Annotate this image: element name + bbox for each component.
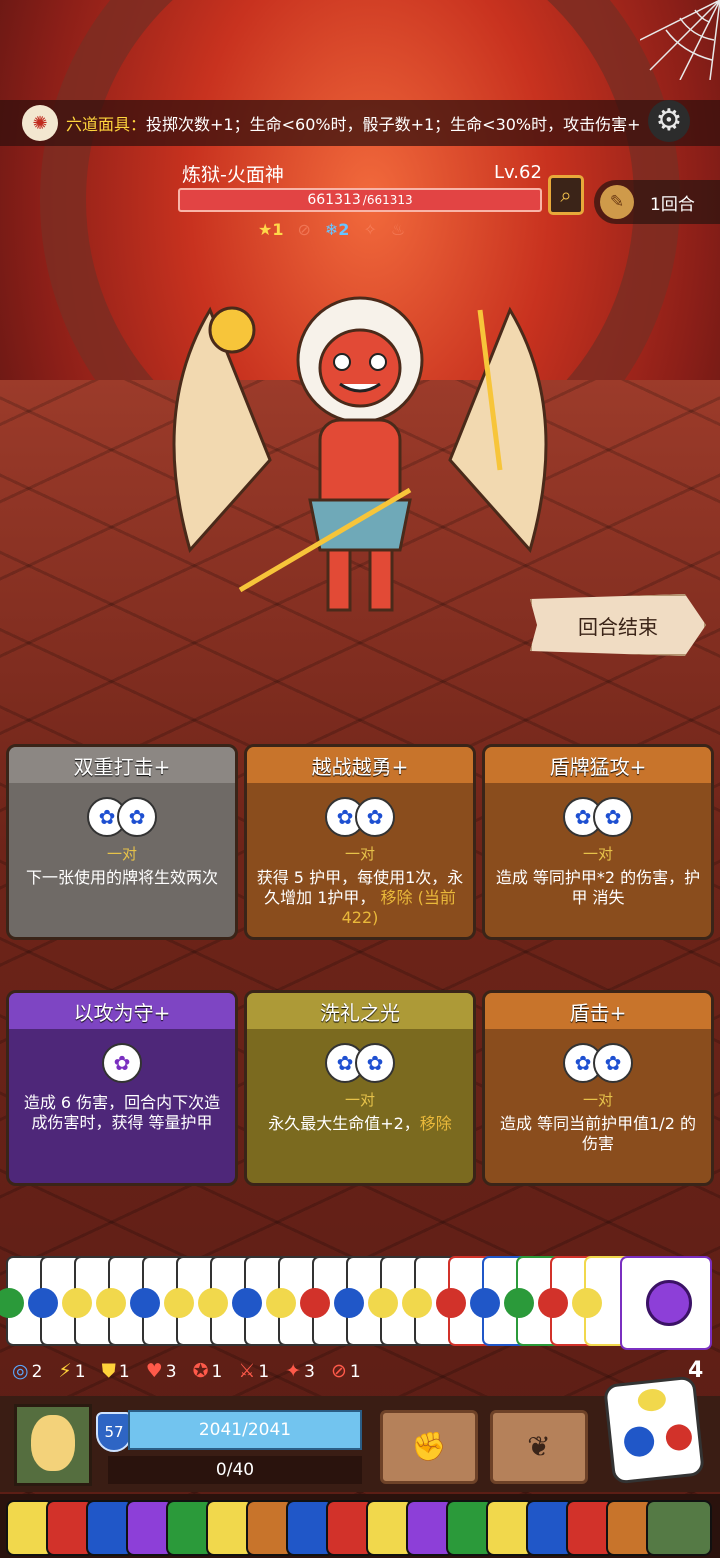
- end-turn-button[interactable]: 回合结束: [530, 594, 706, 656]
- card-dice: ✿ ✿: [247, 1043, 473, 1087]
- boss-hp-max: /661313: [362, 193, 413, 207]
- blueberry-face-icon: [622, 1425, 656, 1459]
- search-icon[interactable]: ⌕: [548, 175, 584, 215]
- card-dice: ✿: [9, 1043, 235, 1087]
- blue-die-icon: ✿: [355, 1043, 395, 1083]
- shield-icon[interactable]: ⛊ 1: [102, 1360, 130, 1382]
- card-desc: 下一张使用的牌将生效两次: [25, 868, 218, 887]
- bird-relic-icon[interactable]: ❦: [490, 1410, 588, 1484]
- buff-text: 投掷次数+1；生命<60%时，骰子数+1；生命<30%时，攻击伤害+: [146, 115, 641, 134]
- card-pair-label: 一对: [344, 845, 375, 863]
- buff-icon[interactable]: ✧: [363, 220, 376, 239]
- blue-die-icon: ✿: [593, 1043, 633, 1083]
- gauntlet-relic-icon[interactable]: ✊: [380, 1410, 478, 1484]
- frost-icon[interactable]: ❄2: [325, 220, 350, 239]
- boss-name: 炼狱-火面神: [182, 164, 284, 186]
- card-desc: 造成 等同护甲*2 的伤害，护甲 消失: [495, 868, 701, 907]
- card-pair-label: 一对: [106, 845, 137, 863]
- card-double-strike[interactable]: 双重打击+ ✿ ✿ 一对 下一张使用的牌将生效两次: [6, 744, 238, 940]
- boss-status-row: ★1 ⊘ ❄2 ✧ ♨: [258, 220, 405, 239]
- dice-tray[interactable]: [0, 1256, 714, 1350]
- card-title: 洗礼之光: [247, 993, 473, 1029]
- card-dice: ✿ ✿: [9, 797, 235, 841]
- grape-icon: [646, 1280, 692, 1326]
- card-dice: ✿ ✿: [485, 1043, 711, 1087]
- card-pair-label: 一对: [582, 845, 613, 863]
- mask-icon: ✺: [22, 105, 58, 141]
- chain-icon[interactable]: ✦ 3: [285, 1360, 315, 1382]
- top-buff-bar[interactable]: ✺ 六道面具： 投掷次数+1；生命<60%时，骰子数+1；生命<30%时，攻击伤…: [0, 100, 720, 146]
- player-level-badge: 57: [96, 1412, 132, 1452]
- card-braver[interactable]: 越战越勇+ ✿ ✿ 一对 获得 5 护甲，每使用1次，永久增加 1护甲， 移除 …: [244, 744, 476, 940]
- boss-hp-bar: 661313 /661313: [178, 188, 542, 212]
- target-icon[interactable]: ✪ 1: [193, 1360, 223, 1382]
- grape-dice-card[interactable]: [620, 1256, 712, 1350]
- card-title: 盾牌猛攻+: [485, 747, 711, 783]
- card-dice: ✿ ✿: [247, 797, 473, 841]
- avatar[interactable]: [14, 1404, 92, 1486]
- turtle-item[interactable]: [646, 1500, 712, 1556]
- card-title: 双重打击+: [9, 747, 235, 783]
- cobweb-icon: [640, 0, 720, 80]
- scroll-icon: ✎: [600, 185, 634, 219]
- blue-die-icon: ✿: [593, 797, 633, 837]
- card-title: 以攻为守+: [9, 993, 235, 1029]
- card-shield-bash[interactable]: 盾牌猛攻+ ✿ ✿ 一对 造成 等同护甲*2 的伤害，护甲 消失: [482, 744, 714, 940]
- card-desc: 获得 5 护甲，每使用1次，永久增加 1护甲， 移除 (当前422): [256, 868, 464, 927]
- grape-die-icon: ✿: [102, 1043, 142, 1083]
- relic-collection-strip[interactable]: [0, 1494, 720, 1558]
- card-pair-label: 一对: [582, 1091, 613, 1109]
- fire-god-boss[interactable]: [150, 250, 570, 640]
- gear-icon[interactable]: ⚙: [648, 100, 690, 142]
- boss-hp-current: 661313: [307, 192, 361, 208]
- player-hp-bar: 2041/2041: [128, 1410, 362, 1450]
- no-attack-icon[interactable]: ⊘ 1: [331, 1360, 361, 1382]
- card-desc: 造成 6 伤害，回合内下次造成伤害时，获得 等量护甲: [23, 1093, 221, 1132]
- heart-shield-icon[interactable]: ♥ 3: [146, 1360, 177, 1382]
- fire-icon[interactable]: ⊘: [297, 220, 310, 239]
- lightning-icon[interactable]: ⚡ 1: [58, 1360, 85, 1382]
- cherry-face-icon: [664, 1423, 694, 1452]
- blue-die-icon: ✿: [117, 797, 157, 837]
- sword-shield-icon[interactable]: ⚔ 1: [238, 1360, 269, 1382]
- hero-face: [31, 1415, 75, 1471]
- card-desc: 造成 等同当前护甲值1/2 的伤害: [500, 1114, 696, 1153]
- card-dice: ✿ ✿: [485, 797, 711, 841]
- burn-icon[interactable]: ♨: [391, 220, 405, 239]
- boss-level: Lv.62: [494, 162, 542, 183]
- card-title: 盾击+: [485, 993, 711, 1029]
- card-attack-as-defense[interactable]: 以攻为守+ ✿ 造成 6 伤害，回合内下次造成伤害时，获得 等量护甲: [6, 990, 238, 1186]
- vision-icon[interactable]: ◎ 2: [12, 1360, 42, 1382]
- roll-dice-button[interactable]: [603, 1375, 705, 1485]
- lemon-face-icon: [636, 1387, 667, 1413]
- card-baptism-light[interactable]: 洗礼之光 ✿ ✿ 一对 永久最大生命值+2，移除: [244, 990, 476, 1186]
- buff-name: 六道面具：: [66, 115, 147, 134]
- round-label: 1回合: [650, 194, 695, 215]
- card-shield-strike[interactable]: 盾击+ ✿ ✿ 一对 造成 等同当前护甲值1/2 的伤害: [482, 990, 714, 1186]
- star-icon[interactable]: ★1: [258, 220, 283, 239]
- card-desc: 永久最大生命值+2，移除: [268, 1114, 452, 1133]
- card-title: 越战越勇+: [247, 747, 473, 783]
- round-indicator: ✎ 1回合: [594, 180, 720, 224]
- player-stats-row: ◎ 2 ⚡ 1 ⛊ 1 ♥ 3 ✪ 1 ⚔ 1 ✦ 3 ⊘ 1: [12, 1360, 361, 1382]
- player-exp-bar: 0/40: [108, 1456, 362, 1484]
- blue-die-icon: ✿: [355, 797, 395, 837]
- card-pair-label: 一对: [344, 1091, 375, 1109]
